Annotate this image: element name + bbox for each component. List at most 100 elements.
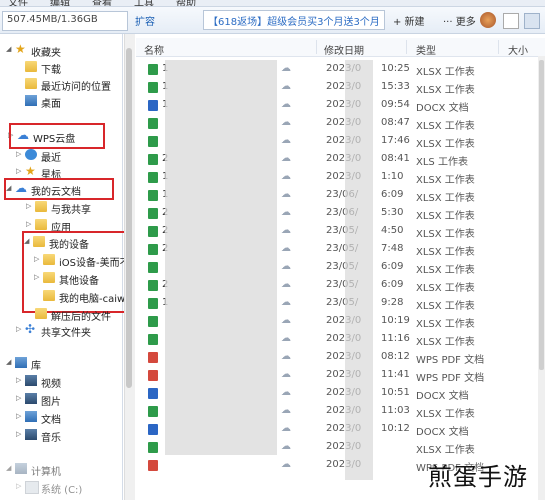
expand-arrow-icon[interactable]: ▷	[16, 325, 24, 333]
cloud-sync-icon: ☁	[281, 423, 291, 434]
desktop-icon	[25, 95, 37, 106]
storage-quota: 507.45MB/1.36GB	[2, 11, 128, 31]
privacy-mosaic	[345, 60, 373, 480]
cloud-sync-icon: ☁	[281, 387, 291, 398]
expand-storage-link[interactable]: 扩容	[135, 13, 155, 28]
column-divider[interactable]	[406, 40, 407, 54]
folder-icon	[35, 201, 47, 212]
cloud-sync-icon: ☁	[281, 207, 291, 218]
column-header-name[interactable]: 名称	[144, 42, 164, 57]
menu-edit[interactable]: 编辑	[50, 0, 70, 6]
file-type: XLSX 工作表	[416, 283, 475, 294]
expand-arrow-icon[interactable]: ▷	[16, 150, 24, 158]
xlsx-file-icon	[148, 244, 158, 255]
file-type: XLSX 工作表	[416, 445, 475, 456]
xlsx-file-icon	[148, 172, 158, 183]
expand-arrow-icon[interactable]: ◢	[6, 45, 14, 53]
tree-label: 音乐	[41, 433, 61, 444]
tree-scrollbar-thumb[interactable]	[126, 48, 132, 388]
expand-arrow-icon[interactable]: ▷	[16, 394, 24, 402]
file-time: 4:50	[381, 225, 404, 236]
file-type: XLSX 工作表	[416, 211, 475, 222]
new-button[interactable]: + 新建	[393, 13, 425, 28]
xlsx-file-icon	[148, 190, 158, 201]
file-time: 10:19	[381, 315, 410, 326]
navigation-tree: ◢ ★ 收藏夹 下载 最近访问的位置 桌面 ▷ ☁ WPS云盘 ▷ 最近 ▷ ★…	[0, 34, 132, 500]
file-type: DOCX 文档	[416, 427, 469, 438]
column-header-modified[interactable]: 修改日期	[324, 42, 364, 57]
cloud-sync-icon: ☁	[281, 441, 291, 452]
expand-arrow-icon[interactable]: ▷	[16, 167, 24, 175]
expand-arrow-icon[interactable]: ▷	[16, 482, 24, 490]
list-scrollbar-thumb[interactable]	[539, 60, 544, 370]
expand-arrow-icon[interactable]: ▷	[26, 202, 34, 210]
file-time: 6:09	[381, 261, 404, 272]
expand-arrow-icon[interactable]: ▷	[26, 220, 34, 228]
music-icon	[25, 429, 37, 440]
clock-icon	[25, 149, 37, 160]
tree-label: 图片	[41, 397, 61, 408]
file-time: 09:54	[381, 99, 410, 110]
info-bar: 507.45MB/1.36GB 扩容 【618返场】超级会员买3个月送3个月 +…	[0, 7, 545, 34]
cloud-sync-icon: ☁	[281, 63, 291, 74]
cloud-sync-icon: ☁	[281, 459, 291, 470]
user-avatar[interactable]	[480, 12, 496, 28]
column-header-size[interactable]: 大小	[508, 42, 528, 57]
xlsx-file-icon	[148, 208, 158, 219]
collapse-arrow-icon[interactable]: ◢	[6, 358, 14, 366]
file-type: XLSX 工作表	[416, 265, 475, 276]
column-divider[interactable]	[498, 40, 499, 54]
file-time: 6:09	[381, 279, 404, 290]
cloud-sync-icon: ☁	[281, 99, 291, 110]
file-type: XLSX 工作表	[416, 247, 475, 258]
pdf-file-icon	[148, 370, 158, 381]
file-type: XLSX 工作表	[416, 337, 475, 348]
window-button[interactable]	[524, 13, 540, 29]
file-time: 15:33	[381, 81, 410, 92]
tree-label: 库	[31, 361, 41, 372]
file-type: XLS 工作表	[416, 157, 468, 168]
tree-label: 视频	[41, 379, 61, 390]
file-time: 08:41	[381, 153, 410, 164]
tree-label: 下载	[41, 65, 61, 76]
xlsx-file-icon	[148, 64, 158, 75]
xlsx-file-icon	[148, 118, 158, 129]
xlsx-file-icon	[148, 82, 158, 93]
menu-view[interactable]: 查看	[92, 0, 112, 6]
computer-icon	[15, 463, 27, 474]
more-button[interactable]: ··· 更多	[443, 13, 476, 28]
file-type: XLSX 工作表	[416, 301, 475, 312]
xlsx-file-icon	[148, 226, 158, 237]
menu-tools[interactable]: 工具	[134, 0, 154, 6]
file-time: 10:51	[381, 387, 410, 398]
file-time: 08:12	[381, 351, 410, 362]
menu-file[interactable]: 文件	[8, 0, 28, 6]
collapse-arrow-icon[interactable]: ◢	[6, 464, 14, 472]
file-type: XLSX 工作表	[416, 175, 475, 186]
docx-file-icon	[148, 388, 158, 399]
highlight-box	[4, 178, 114, 200]
privacy-mosaic	[165, 60, 277, 455]
xlsx-file-icon	[148, 280, 158, 291]
file-time: 5:30	[381, 207, 404, 218]
promo-banner[interactable]: 【618返场】超级会员买3个月送3个月	[203, 10, 385, 30]
highlight-box	[9, 123, 105, 149]
expand-arrow-icon[interactable]: ▷	[16, 376, 24, 384]
shared-folder-icon: ✣	[25, 322, 36, 336]
file-time: 17:46	[381, 135, 410, 146]
column-header-type[interactable]: 类型	[416, 42, 436, 57]
expand-arrow-icon[interactable]: ▷	[16, 430, 24, 438]
tree-label: 系统 (C:)	[41, 485, 83, 496]
pdf-file-icon	[148, 352, 158, 363]
window-button[interactable]	[503, 13, 519, 29]
promo-text: 【618返场】超级会员买3个月送3个月	[208, 17, 380, 28]
cloud-sync-icon: ☁	[281, 279, 291, 290]
picture-icon	[25, 393, 37, 404]
file-type: WPS PDF 文档	[416, 355, 485, 366]
tree-label: 最近访问的位置	[41, 82, 111, 93]
folder-icon	[35, 308, 47, 319]
column-divider[interactable]	[316, 40, 317, 54]
expand-arrow-icon[interactable]: ▷	[16, 412, 24, 420]
storage-quota-text: 507.45MB/1.36GB	[7, 14, 98, 25]
menu-help[interactable]: 帮助	[176, 0, 196, 6]
